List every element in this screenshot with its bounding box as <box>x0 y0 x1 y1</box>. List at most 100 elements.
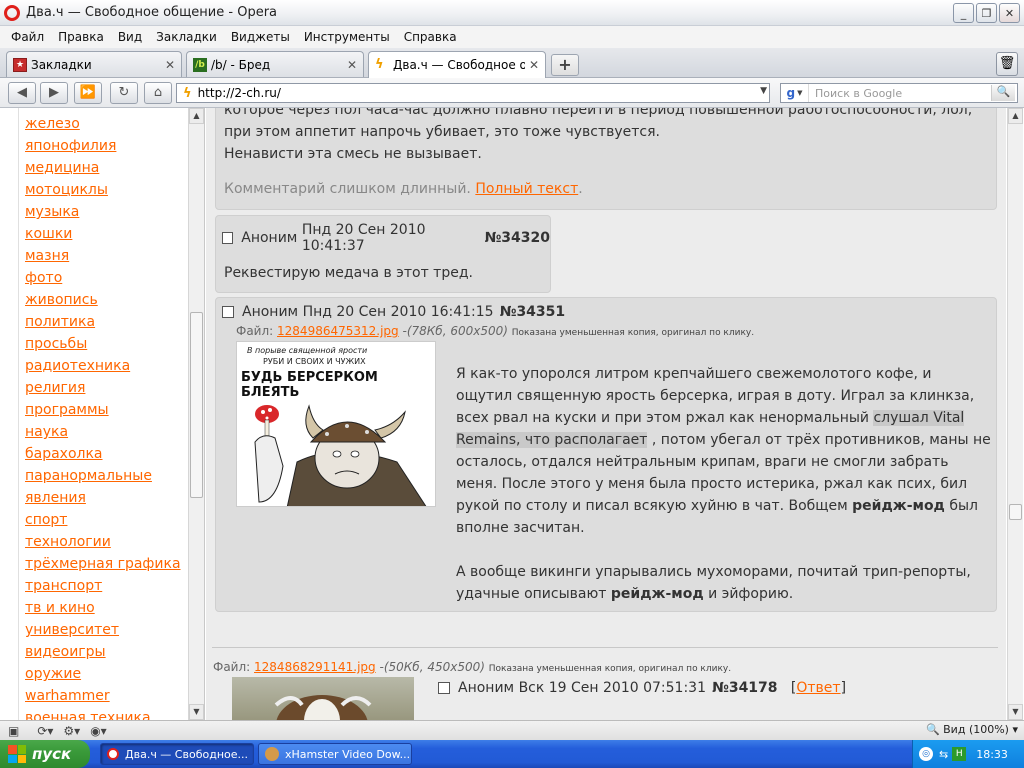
start-button[interactable]: пуск <box>0 740 90 768</box>
scroll-down-arrow[interactable]: ▼ <box>189 704 204 720</box>
list-item[interactable]: религия <box>25 379 181 401</box>
close-tab-icon[interactable]: ✕ <box>529 58 539 72</box>
list-item[interactable]: тв и кино <box>25 599 181 621</box>
search-icon[interactable]: 🔍 <box>991 85 1015 101</box>
post-checkbox[interactable] <box>438 682 450 694</box>
network-icon[interactable]: ⇆ <box>939 748 948 761</box>
menu-edit[interactable]: Правка <box>51 30 111 44</box>
post-number[interactable]: №34320 <box>484 230 550 246</box>
menu-widgets[interactable]: Виджеты <box>224 30 297 44</box>
full-text-link[interactable]: Полный текст <box>475 181 578 197</box>
forward-button[interactable]: ▶ <box>40 82 68 104</box>
new-tab-button[interactable]: + <box>551 54 579 76</box>
tab-bookmarks[interactable]: ★ Закладки ✕ <box>6 51 182 77</box>
spoiler[interactable]: Remains, что располагает <box>456 432 648 448</box>
list-item[interactable]: транспорт <box>25 577 181 599</box>
list-item[interactable]: фото <box>25 269 181 291</box>
reply-link[interactable]: Ответ <box>796 680 840 696</box>
post-author: Аноним <box>242 304 299 320</box>
scroll-up-arrow[interactable]: ▲ <box>1008 108 1023 124</box>
list-item[interactable]: просьбы <box>25 335 181 357</box>
post-thumbnail[interactable]: В порыве священной ярости РУБИ И СВОИХ И… <box>236 341 436 507</box>
list-item[interactable]: видеоигры <box>25 643 181 665</box>
list-item[interactable]: политика <box>25 313 181 335</box>
list-item[interactable]: военная техника <box>25 709 181 720</box>
list-item[interactable]: университет <box>25 621 181 643</box>
list-item[interactable]: радиотехника <box>25 357 181 379</box>
tab-dvach[interactable]: ϟ Два.ч — Свободное об... ✕ <box>368 51 546 78</box>
list-item[interactable]: мазня <box>25 247 181 269</box>
scroll-thumb[interactable] <box>1009 504 1022 520</box>
post-number[interactable]: №34351 <box>500 304 566 320</box>
list-item[interactable]: явления <box>25 489 181 511</box>
tab-b[interactable]: /b /b/ - Бред ✕ <box>186 51 364 77</box>
panel-toggle-icon[interactable]: ▣ <box>8 724 19 738</box>
list-item[interactable]: мотоциклы <box>25 181 181 203</box>
list-item[interactable]: железо <box>25 115 181 137</box>
post-number[interactable]: №34178 <box>712 680 778 696</box>
post-34351: Аноним Пнд 20 Сен 2010 16:41:15 №34351 Ф… <box>215 297 997 612</box>
tray-green-icon[interactable]: H <box>952 747 967 761</box>
back-button[interactable]: ◀ <box>8 82 36 104</box>
menu-file[interactable]: Файл <box>4 30 51 44</box>
list-item[interactable]: спорт <box>25 511 181 533</box>
share-icon[interactable]: ⚙▾ <box>63 724 80 738</box>
list-item[interactable]: медицина <box>25 159 181 181</box>
list-item[interactable]: технологии <box>25 533 181 555</box>
menu-help[interactable]: Справка <box>397 30 464 44</box>
list-item[interactable]: оружие <box>25 665 181 687</box>
url-field[interactable]: ϟ http://2-ch.ru/ ▼ <box>176 83 770 103</box>
file-link[interactable]: 1284986475312.jpg <box>277 324 399 338</box>
file-link[interactable]: 1284868291141.jpg <box>254 660 376 674</box>
post-checkbox[interactable] <box>222 306 234 318</box>
scroll-up-arrow[interactable]: ▲ <box>189 108 204 124</box>
list-item[interactable]: музыка <box>25 203 181 225</box>
menu-view[interactable]: Вид <box>111 30 149 44</box>
close-button[interactable]: ✕ <box>999 3 1020 23</box>
list-item[interactable]: warhammer <box>25 687 181 709</box>
list-item[interactable]: кошки <box>25 225 181 247</box>
list-item[interactable]: паранормальные <box>25 467 181 489</box>
google-icon[interactable]: g ▼ <box>781 84 809 102</box>
minimize-button[interactable]: _ <box>953 3 974 23</box>
unite-icon[interactable]: ◉▾ <box>90 724 107 738</box>
sync-icon[interactable]: ⟳▾ <box>37 724 53 738</box>
chevron-down-icon[interactable]: ▼ <box>760 86 767 96</box>
list-item[interactable]: японофилия <box>25 137 181 159</box>
menu-tools[interactable]: Инструменты <box>297 30 397 44</box>
post-checkbox[interactable] <box>222 232 234 244</box>
taskbar-item-opera[interactable]: Два.ч — Свободное... <box>100 743 254 765</box>
scroll-down-arrow[interactable]: ▼ <box>1008 704 1023 720</box>
post-date: Пнд 20 Сен 2010 16:41:15 <box>302 304 494 320</box>
tray-app-icon[interactable]: ◎ <box>919 747 933 761</box>
search-placeholder: Поиск в Google <box>815 86 903 100</box>
spoiler[interactable]: слушал Vital <box>873 410 965 426</box>
bookmarks-icon: ★ <box>13 57 27 72</box>
reload-button[interactable]: ↻ <box>110 82 138 104</box>
fast-forward-button[interactable]: ⏩ <box>74 82 102 104</box>
restore-button[interactable]: ❐ <box>976 3 997 23</box>
post-author: Аноним <box>241 230 298 246</box>
list-item[interactable]: барахолка <box>25 445 181 467</box>
zoom-control[interactable]: 🔍 Вид (100%) ▾ <box>926 723 1018 736</box>
scroll-thumb[interactable] <box>190 312 203 498</box>
cow-photo <box>274 695 372 720</box>
taskbar-item-xhamster[interactable]: xHamster Video Dow... <box>258 743 412 765</box>
post-thumbnail[interactable] <box>232 677 414 720</box>
home-button[interactable]: ⌂ <box>144 82 172 104</box>
list-item[interactable]: трёхмерная графика <box>25 555 181 577</box>
menu-bookmarks[interactable]: Закладки <box>149 30 224 44</box>
post-author: Аноним <box>458 680 515 696</box>
close-tab-icon[interactable]: ✕ <box>165 58 175 72</box>
taskbar: пуск Два.ч — Свободное... xHamster Video… <box>0 740 1024 768</box>
status-bar: ▣ ⟳▾ ⚙▾ ◉▾ 🔍 Вид (100%) ▾ <box>0 720 1024 740</box>
list-item[interactable]: программы <box>25 401 181 423</box>
close-tab-icon[interactable]: ✕ <box>347 58 357 72</box>
post-34320: Аноним Пнд 20 Сен 2010 10:41:37 №34320 Р… <box>215 215 551 293</box>
page-scrollbar[interactable]: ▲ ▼ <box>1007 108 1023 720</box>
trash-icon[interactable]: 🗑 <box>996 52 1018 76</box>
list-item[interactable]: живопись <box>25 291 181 313</box>
list-item[interactable]: наука <box>25 423 181 445</box>
search-input[interactable]: g ▼ Поиск в Google 🔍 <box>780 83 1018 103</box>
sidebar-scrollbar[interactable]: ▲ ▼ <box>188 108 204 720</box>
